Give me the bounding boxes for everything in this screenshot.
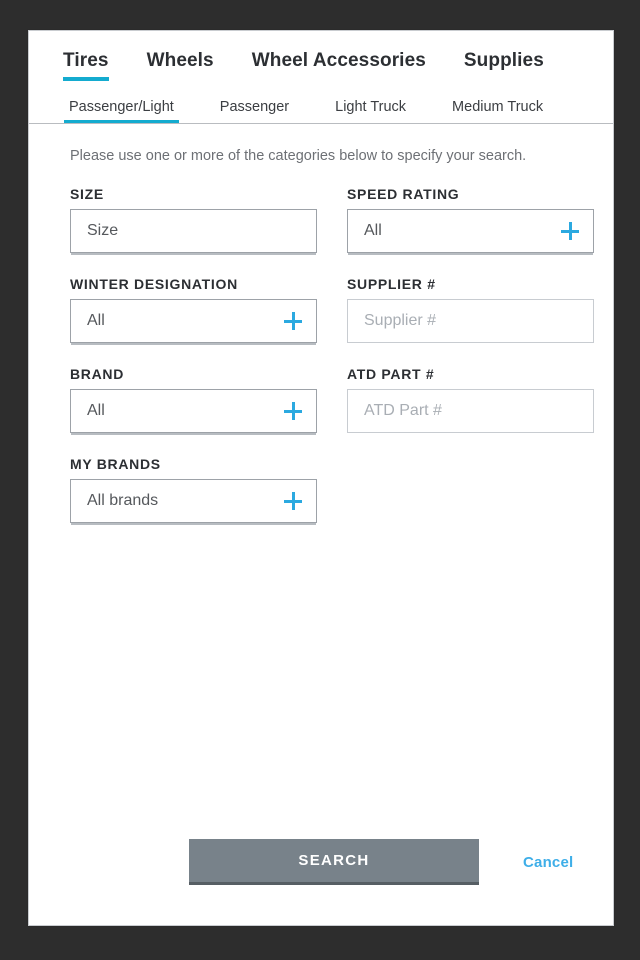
speed-rating-select[interactable]: All xyxy=(347,209,594,253)
label-speed-rating: SPEED RATING xyxy=(347,186,460,202)
winter-designation-value: All xyxy=(87,312,105,329)
field-size: SIZE Size xyxy=(70,186,317,253)
cancel-button[interactable]: Cancel xyxy=(523,854,573,871)
field-brand: BRAND All xyxy=(70,366,317,433)
subtab-light-truck[interactable]: Light Truck xyxy=(335,99,406,123)
tab-tires[interactable]: Tires xyxy=(63,50,109,81)
brand-select[interactable]: All xyxy=(70,389,317,433)
my-brands-select[interactable]: All brands xyxy=(70,479,317,523)
tab-wheels[interactable]: Wheels xyxy=(147,50,214,81)
size-input-value: Size xyxy=(87,222,119,239)
plus-icon[interactable] xyxy=(284,312,302,330)
tab-supplies[interactable]: Supplies xyxy=(464,50,544,81)
search-form: Please use one or more of the categories… xyxy=(29,124,613,546)
field-atd-part-number: ATD PART # ATD Part # xyxy=(347,366,594,433)
plus-icon[interactable] xyxy=(284,492,302,510)
label-brand: BRAND xyxy=(70,366,125,382)
field-speed-rating: SPEED RATING All xyxy=(347,186,594,253)
plus-icon[interactable] xyxy=(284,402,302,420)
label-atd-part-number: ATD PART # xyxy=(347,366,435,382)
size-input[interactable]: Size xyxy=(70,209,317,253)
field-grid: SIZE Size WINTER DESIGNATION All BRAND A… xyxy=(29,186,613,546)
my-brands-value: All brands xyxy=(87,492,159,509)
secondary-tab-bar: Passenger/Light Passenger Light Truck Me… xyxy=(29,81,613,123)
winter-designation-select[interactable]: All xyxy=(70,299,317,343)
field-winter-designation: WINTER DESIGNATION All xyxy=(70,276,317,343)
label-winter-designation: WINTER DESIGNATION xyxy=(70,276,238,292)
search-button[interactable]: SEARCH xyxy=(189,839,479,885)
speed-rating-value: All xyxy=(364,222,382,239)
field-supplier-number: SUPPLIER # Supplier # xyxy=(347,276,594,343)
tire-search-modal: Tires Wheels Wheel Accessories Supplies … xyxy=(28,30,614,926)
supplier-number-placeholder: Supplier # xyxy=(364,312,437,329)
field-my-brands: MY BRANDS All brands xyxy=(70,456,317,523)
primary-tab-bar: Tires Wheels Wheel Accessories Supplies xyxy=(29,31,613,81)
supplier-number-input[interactable]: Supplier # xyxy=(347,299,594,343)
label-my-brands: MY BRANDS xyxy=(70,456,161,472)
plus-icon[interactable] xyxy=(561,222,579,240)
subtab-medium-truck[interactable]: Medium Truck xyxy=(452,99,543,123)
subtab-passenger-light[interactable]: Passenger/Light xyxy=(64,99,179,123)
subtab-passenger[interactable]: Passenger xyxy=(220,99,289,123)
modal-footer: SEARCH Cancel xyxy=(29,839,613,885)
tab-wheel-accessories[interactable]: Wheel Accessories xyxy=(252,50,426,81)
atd-part-number-placeholder: ATD Part # xyxy=(364,402,442,419)
right-column: SPEED RATING All SUPPLIER # Supplier # A… xyxy=(347,186,594,546)
atd-part-number-input[interactable]: ATD Part # xyxy=(347,389,594,433)
brand-value: All xyxy=(87,402,105,419)
label-size: SIZE xyxy=(70,186,104,202)
label-supplier-number: SUPPLIER # xyxy=(347,276,436,292)
left-column: SIZE Size WINTER DESIGNATION All BRAND A… xyxy=(70,186,317,546)
instructions-text: Please use one or more of the categories… xyxy=(70,148,527,164)
